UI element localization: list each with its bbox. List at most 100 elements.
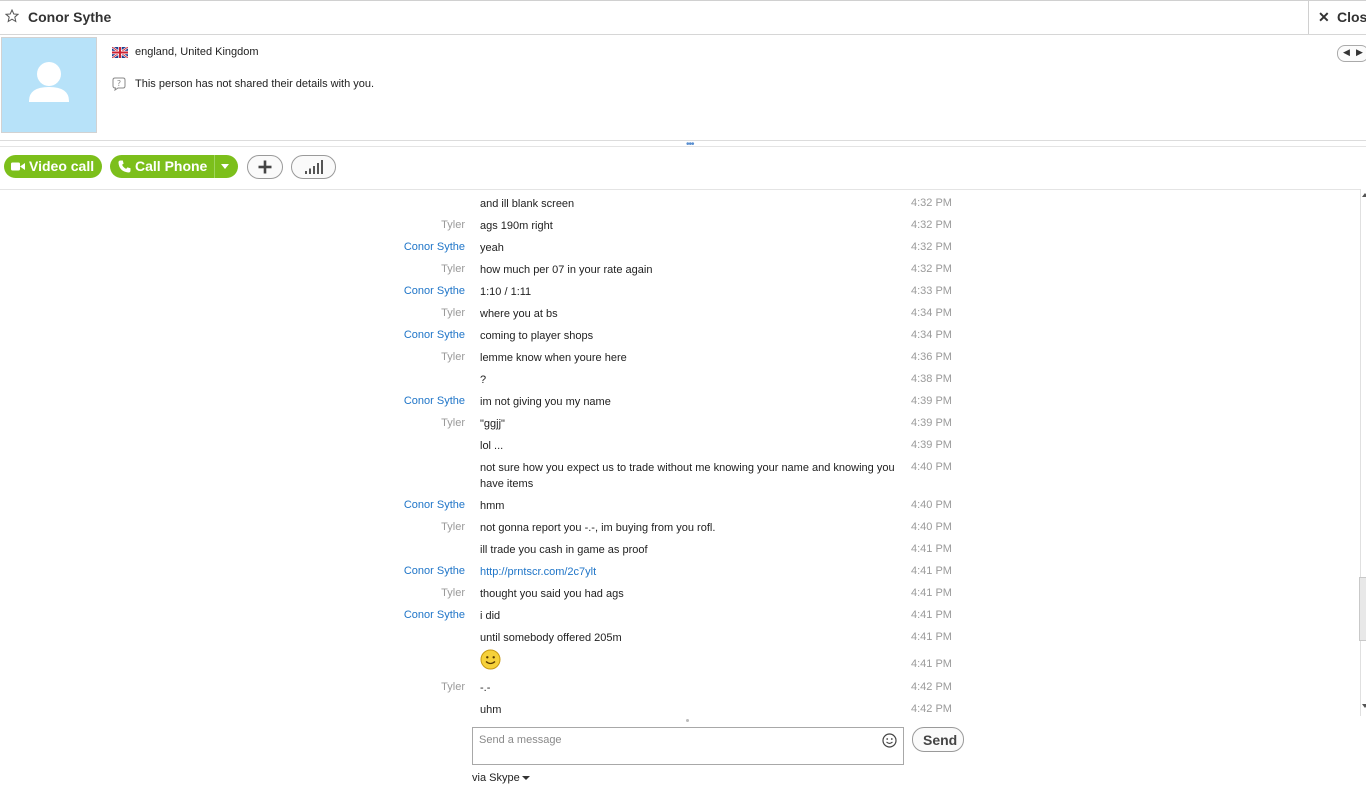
call-phone-label: Call Phone: [135, 158, 208, 174]
chat-message-row: Tyler -.- 4:42 PM: [0, 681, 1000, 701]
message-timestamp: 4:41 PM: [911, 609, 952, 621]
message-sender[interactable]: Tyler: [441, 307, 465, 319]
emoji-icon[interactable]: [882, 733, 897, 748]
message-timestamp: 4:41 PM: [911, 565, 952, 577]
close-label: Close: [1337, 9, 1366, 25]
chat-message-row: 4:41 PM: [0, 649, 1000, 673]
signal-icon: [305, 160, 323, 174]
chat-message-row: ill trade you cash in game as proof 4:41 …: [0, 543, 1000, 563]
message-sender[interactable]: Tyler: [441, 417, 465, 429]
message-text: coming to player shops: [480, 330, 594, 342]
info-icon: ?: [112, 77, 126, 91]
message-timestamp: 4:32 PM: [911, 197, 952, 209]
contact-name-title: Conor Sythe: [28, 9, 112, 25]
chat-message-row: not sure how you expect us to trade with…: [0, 461, 1000, 490]
message-sender[interactable]: Tyler: [441, 219, 465, 231]
video-call-label: Video call: [29, 158, 95, 174]
message-timestamp: 4:40 PM: [911, 461, 952, 473]
message-sender[interactable]: Tyler: [441, 263, 465, 275]
video-call-button[interactable]: Video call: [4, 155, 102, 178]
message-sender[interactable]: Conor Sythe: [404, 241, 465, 253]
message-timestamp: 4:38 PM: [911, 373, 952, 385]
message-sender[interactable]: Tyler: [441, 521, 465, 533]
message-sender[interactable]: Conor Sythe: [404, 329, 465, 341]
message-sender[interactable]: Conor Sythe: [404, 565, 465, 577]
video-camera-icon: [11, 162, 25, 171]
message-sender[interactable]: Conor Sythe: [404, 395, 465, 407]
message-text: im not giving you my name: [480, 396, 611, 408]
next-arrow-icon[interactable]: ▶: [1356, 47, 1363, 58]
message-input[interactable]: Send a message: [472, 727, 904, 765]
message-timestamp: 4:39 PM: [911, 417, 952, 429]
message-text: how much per 07 in your rate again: [480, 264, 653, 276]
chat-message-row: lol ... 4:39 PM: [0, 439, 1000, 459]
chat-message-row: Tyler how much per 07 in your rate again 4…: [0, 263, 1000, 283]
message-timestamp: 4:40 PM: [911, 521, 952, 533]
close-icon: ✕: [1318, 9, 1330, 25]
message-text: 1:10 / 1:11: [480, 286, 532, 298]
chat-message-row: ? 4:38 PM: [0, 373, 1000, 393]
profile-nav-arrows[interactable]: ◀ ▶: [1337, 45, 1366, 62]
message-timestamp: 4:42 PM: [911, 681, 952, 693]
profile-location: england, United Kingdom: [135, 46, 259, 58]
message-timestamp: 4:34 PM: [911, 329, 952, 341]
message-text: hmm: [480, 500, 505, 512]
avatar-icon: [29, 62, 69, 102]
prev-arrow-icon[interactable]: ◀: [1343, 47, 1350, 58]
message-timestamp: 4:41 PM: [911, 587, 952, 599]
message-sender[interactable]: Tyler: [441, 587, 465, 599]
message-text: ?: [480, 374, 487, 386]
message-sender[interactable]: Conor Sythe: [404, 499, 465, 511]
message-text: "ggjj": [480, 418, 505, 430]
message-text: ill trade you cash in game as proof: [480, 544, 648, 556]
chat-message-row: Tyler where you at bs 4:34 PM: [0, 307, 1000, 327]
message-text: not sure how you expect us to trade with…: [480, 462, 895, 490]
message-timestamp: 4:32 PM: [911, 219, 952, 231]
message-input-placeholder: Send a message: [479, 734, 562, 746]
message-text: and ill blank screen: [480, 198, 575, 210]
message-timestamp: 4:36 PM: [911, 351, 952, 363]
profile-divider: [0, 140, 1366, 141]
message-text: [480, 649, 900, 675]
chat-message-row: uhm 4:42 PM: [0, 703, 1000, 716]
add-button[interactable]: [247, 155, 283, 179]
message-link[interactable]: http://prntscr.com/2c7ylt: [480, 566, 596, 578]
svg-text:?: ?: [117, 79, 121, 88]
scroll-down-icon[interactable]: [1362, 704, 1366, 708]
chat-transcript[interactable]: and ill blank screen 4:32 PM Tyler ags 190m…: [0, 189, 1361, 716]
message-text: http://prntscr.com/2c7ylt: [480, 564, 900, 580]
via-skype-selector[interactable]: via Skype: [472, 772, 520, 784]
composer-resize-handle[interactable]: [686, 719, 689, 722]
chat-message-row: Tyler lemme know when youre here 4:36 PM: [0, 351, 1000, 371]
avatar[interactable]: [1, 37, 97, 133]
message-timestamp: 4:41 PM: [911, 631, 952, 643]
message-sender[interactable]: Tyler: [441, 351, 465, 363]
message-timestamp: 4:39 PM: [911, 395, 952, 407]
message-timestamp: 4:34 PM: [911, 307, 952, 319]
message-sender[interactable]: Conor Sythe: [404, 609, 465, 621]
close-button[interactable]: ✕ Close: [1308, 1, 1366, 34]
chat-message-row: Tyler not gonna report you -.-, im buying…: [0, 521, 1000, 541]
call-quality-button[interactable]: [291, 155, 336, 179]
send-button[interactable]: Send: [912, 727, 964, 752]
message-sender[interactable]: Conor Sythe: [404, 285, 465, 297]
message-sender[interactable]: Tyler: [441, 681, 465, 693]
send-label: Send: [923, 732, 958, 748]
message-text: ags 190m right: [480, 220, 553, 232]
call-phone-button[interactable]: Call Phone: [110, 155, 238, 178]
message-text: where you at bs: [480, 308, 558, 320]
message-timestamp: 4:40 PM: [911, 499, 952, 511]
scroll-up-icon[interactable]: [1362, 193, 1366, 197]
chat-message-row: Tyler ags 190m right 4:32 PM: [0, 219, 1000, 239]
message-timestamp: 4:42 PM: [911, 703, 952, 715]
smile-emoticon: [480, 649, 501, 670]
profile-details-notice: This person has not shared their details…: [135, 78, 375, 90]
star-icon[interactable]: [5, 9, 19, 23]
scrollbar-thumb[interactable]: [1359, 577, 1366, 641]
phone-icon: [118, 160, 131, 173]
message-timestamp: 4:32 PM: [911, 241, 952, 253]
chevron-down-icon[interactable]: [522, 776, 530, 780]
chevron-down-icon[interactable]: [221, 164, 229, 169]
chat-message-row: Tyler "ggjj" 4:39 PM: [0, 417, 1000, 437]
message-text: yeah: [480, 242, 504, 254]
